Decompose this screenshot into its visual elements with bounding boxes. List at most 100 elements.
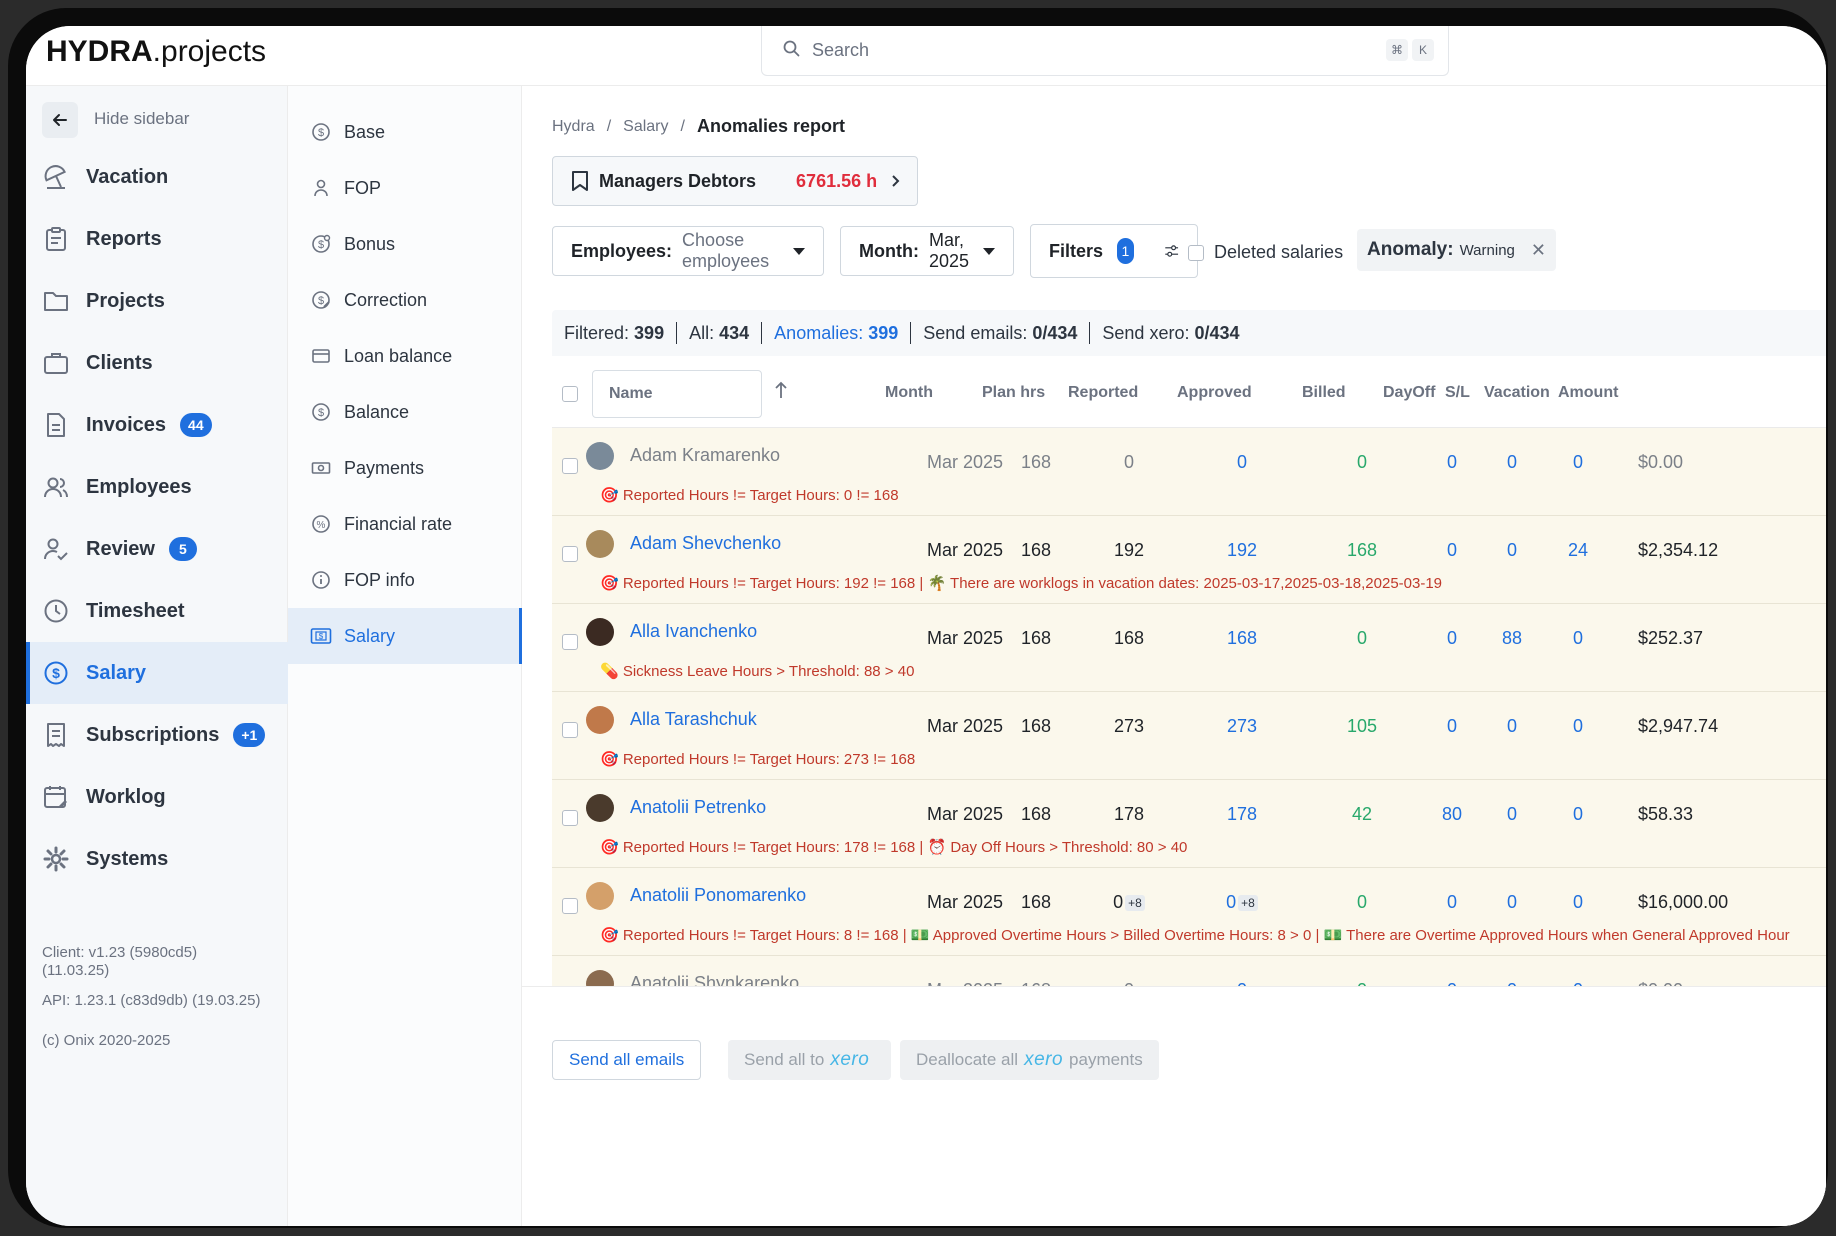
month-select[interactable]: Month: Mar, 2025 [840, 226, 1014, 276]
app-logo[interactable]: HYDRA.projects [46, 35, 266, 69]
reported-overtime-badge: +8 [1125, 895, 1145, 912]
cell-dayoff[interactable]: 0 [1422, 716, 1482, 737]
sidebar-item-worklog[interactable]: Worklog [26, 766, 288, 828]
cell-amount: $0.00 [1638, 452, 1684, 472]
cell-approved[interactable]: 168 [1192, 628, 1292, 649]
sidebar-item-clients[interactable]: Clients [26, 332, 288, 394]
billed-column-header[interactable]: Billed [1302, 384, 1346, 402]
cell-approved[interactable]: 0 +8 [1192, 892, 1292, 913]
table-row[interactable]: Alla Ivanchenko Mar 2025 168 168 168 0 0 88 0 $25… [552, 604, 1826, 692]
breadcrumb-salary[interactable]: Salary [623, 118, 668, 136]
sidebar-item-reports[interactable]: Reports [26, 208, 288, 270]
cell-approved[interactable]: 273 [1192, 716, 1292, 737]
briefcase-icon [42, 349, 70, 377]
managers-debtors-value: 6761.56 h [796, 170, 878, 191]
cell-approved[interactable]: 192 [1192, 540, 1292, 561]
cell-sl[interactable]: 0 [1482, 804, 1542, 825]
employees-select[interactable]: Employees: Choose employees [552, 226, 824, 276]
row-checkbox[interactable] [562, 722, 578, 738]
plan-hrs-column-header[interactable]: Plan hrs [982, 384, 1045, 402]
row-checkbox[interactable] [562, 898, 578, 914]
sidebar-item-label: Systems [86, 847, 169, 870]
reported-column-header[interactable]: Reported [1068, 384, 1138, 402]
subnav-item-balance[interactable]: $ Balance [288, 384, 522, 440]
send-all-emails-button[interactable]: Send all emails [552, 1040, 702, 1080]
cell-sl[interactable]: 0 [1482, 716, 1542, 737]
row-checkbox[interactable] [562, 810, 578, 826]
sidebar-item-salary[interactable]: $ Salary [26, 642, 288, 704]
svg-text:$: $ [318, 295, 324, 307]
dayoff-column-header[interactable]: DayOff [1383, 384, 1435, 402]
sidebar-item-review[interactable]: Review 5 [26, 518, 288, 580]
hide-sidebar-button[interactable] [42, 102, 78, 138]
subnav-item-payments[interactable]: Payments [288, 440, 522, 496]
sidebar-item-label: Projects [86, 289, 165, 312]
stat-filtered: Filtered: 399 [552, 322, 678, 344]
select-all-checkbox[interactable] [562, 386, 578, 402]
cell-dayoff[interactable]: 0 [1422, 628, 1482, 649]
employee-name-link[interactable]: Alla Tarashchuk [630, 709, 757, 730]
sl-column-header[interactable]: S/L [1445, 384, 1470, 402]
cell-dayoff[interactable]: 0 [1422, 540, 1482, 561]
cell-sl[interactable]: 0 [1482, 540, 1542, 561]
subnav-item-bonus[interactable]: $ Bonus [288, 216, 522, 272]
sort-ascending-icon[interactable] [774, 380, 788, 400]
sidebar-item-subscriptions[interactable]: Subscriptions +1 [26, 704, 288, 766]
cell-dayoff[interactable]: 0 [1422, 452, 1482, 473]
month-column-header[interactable]: Month [885, 384, 933, 402]
sidebar-item-timesheet[interactable]: Timesheet [26, 580, 288, 642]
filters-button[interactable]: Filters 1 [1030, 224, 1198, 278]
salary-subnav: $ Base FOP $ Bonus $ Correction Loan balanc… [288, 86, 522, 1226]
subnav-item-salary[interactable]: $ Salary [288, 608, 522, 664]
approved-column-header[interactable]: Approved [1177, 384, 1252, 402]
cell-sl[interactable]: 0 [1482, 452, 1542, 473]
stat-all[interactable]: All: 434 [677, 322, 763, 344]
vacation-column-header[interactable]: Vacation [1484, 384, 1550, 402]
hide-sidebar-label[interactable]: Hide sidebar [94, 109, 189, 129]
send-all-to-xero-button[interactable]: Send all to xero [728, 1040, 892, 1080]
cell-dayoff[interactable]: 0 [1422, 892, 1482, 913]
managers-debtors-button[interactable]: Managers Debtors 6761.56 h [552, 156, 918, 206]
subnav-item-fop-info[interactable]: FOP info [288, 552, 522, 608]
subnav-item-base[interactable]: $ Base [288, 104, 522, 160]
row-checkbox[interactable] [562, 458, 578, 474]
breadcrumb-hydra[interactable]: Hydra [552, 118, 595, 136]
subnav-item-loan-balance[interactable]: Loan balance [288, 328, 522, 384]
deleted-salaries-checkbox[interactable] [1188, 244, 1204, 261]
sidebar-item-systems[interactable]: Systems [26, 828, 288, 890]
anomaly-filter-value: Warning [1459, 241, 1515, 259]
cell-sl[interactable]: 0 [1482, 892, 1542, 913]
table-row[interactable]: Alla Tarashchuk Mar 2025 168 273 273 105 0 0 0 $2… [552, 692, 1826, 780]
table-row[interactable]: Anatolii Ponomarenko Mar 2025 168 0 +8 0 +8 0 0 0… [552, 868, 1826, 956]
table-row[interactable]: Adam Shevchenko Mar 2025 168 192 192 168 0 0 24 $… [552, 516, 1826, 604]
name-column-header[interactable]: Name [592, 370, 762, 418]
cell-dayoff[interactable]: 80 [1422, 804, 1482, 825]
subnav-item-correction[interactable]: $ Correction [288, 272, 522, 328]
sidebar-item-projects[interactable]: Projects [26, 270, 288, 332]
employee-name-link[interactable]: Adam Kramarenko [630, 445, 780, 466]
sidebar-item-invoices[interactable]: Invoices 44 [26, 394, 288, 456]
deleted-salaries-toggle[interactable]: Deleted salaries [1188, 242, 1343, 263]
table-row[interactable]: Adam Kramarenko Mar 2025 168 0 0 0 0 0 0 $0.00 🎯 R… [552, 428, 1826, 516]
search-box[interactable]: Search ⌘ K [761, 26, 1449, 76]
employee-name-link[interactable]: Anatolii Petrenko [630, 797, 766, 818]
close-icon[interactable]: ✕ [1531, 240, 1546, 261]
deallocate-xero-payments-button[interactable]: Deallocate all xero payments [900, 1040, 1159, 1080]
row-checkbox[interactable] [562, 546, 578, 562]
cell-approved[interactable]: 178 [1192, 804, 1292, 825]
subnav-item-fop[interactable]: FOP [288, 160, 522, 216]
sidebar: Hide sidebar Vacation Reports Projects C… [26, 86, 288, 1226]
subnav-label: Financial rate [344, 513, 453, 534]
amount-column-header[interactable]: Amount [1558, 384, 1618, 402]
sidebar-item-vacation[interactable]: Vacation [26, 146, 288, 208]
table-row[interactable]: Anatolii Petrenko Mar 2025 168 178 178 42 80 0 0… [552, 780, 1826, 868]
subnav-item-financial-rate[interactable]: % Financial rate [288, 496, 522, 552]
employee-name-link[interactable]: Adam Shevchenko [630, 533, 781, 554]
stat-anomalies[interactable]: Anomalies: 399 [762, 322, 912, 344]
employee-name-link[interactable]: Anatolii Ponomarenko [630, 885, 806, 906]
sidebar-item-employees[interactable]: Employees [26, 456, 288, 518]
cell-approved[interactable]: 0 [1192, 452, 1292, 473]
cell-sl[interactable]: 88 [1482, 628, 1542, 649]
row-checkbox[interactable] [562, 634, 578, 650]
employee-name-link[interactable]: Alla Ivanchenko [630, 621, 757, 642]
